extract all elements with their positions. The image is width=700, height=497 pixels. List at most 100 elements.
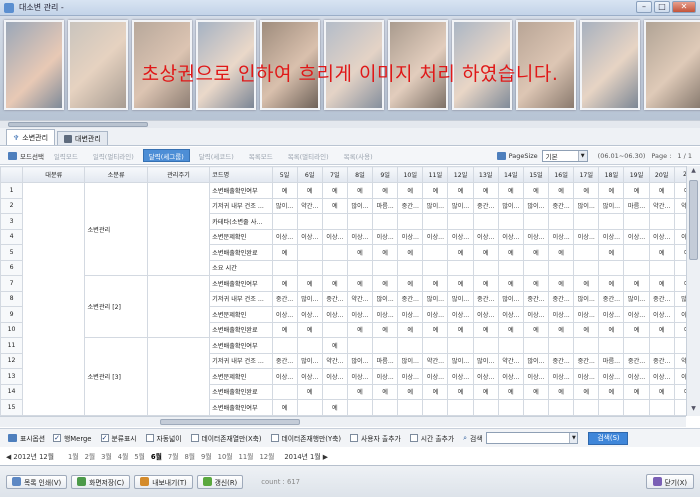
scroll-down-icon[interactable]: ▼ [687,405,700,415]
data-cell[interactable]: 이상... [472,368,499,385]
data-cell[interactable]: 이상... [522,306,550,323]
data-cell[interactable]: 예 [673,182,686,199]
data-cell[interactable]: 이상... [296,306,323,323]
data-cell[interactable]: 예 [321,197,348,214]
data-cell[interactable] [598,399,625,416]
option-checkbox[interactable]: ✓ 분류표시 [100,433,137,443]
data-cell[interactable]: 약간 [673,197,686,214]
column-header[interactable]: 14일 [497,166,524,183]
data-cell[interactable]: 많이... [271,197,298,214]
data-cell[interactable] [497,259,524,276]
data-cell[interactable]: 예 [673,321,686,338]
data-cell[interactable] [346,399,374,416]
data-cell[interactable] [372,259,399,276]
data-cell[interactable]: 예 [648,321,675,338]
data-cell[interactable]: 예 [397,182,424,199]
month-link[interactable]: 1월 [68,451,79,461]
column-header[interactable]: 18일 [598,166,625,183]
data-cell[interactable]: 이상... [623,228,650,245]
mode-button[interactable]: 목록(사용) [338,149,379,162]
data-cell[interactable]: 이상... [548,306,575,323]
data-cell[interactable]: 예 [522,383,550,400]
data-cell[interactable] [573,399,600,416]
column-header[interactable]: 19일 [623,166,650,183]
data-cell[interactable]: 이상... [623,368,650,385]
close-button[interactable]: 닫기(X) [645,474,694,489]
export-button[interactable]: 내보내기(T) [134,474,193,489]
data-cell[interactable] [623,213,650,230]
data-cell[interactable]: 예 [321,275,348,292]
data-cell[interactable] [271,383,298,400]
data-cell[interactable]: 예 [497,321,524,338]
data-cell[interactable] [321,321,348,338]
data-cell[interactable] [573,244,600,261]
data-cell[interactable]: 예 [497,182,524,199]
data-cell[interactable]: 이상... [447,306,474,323]
scroll-up-icon[interactable]: ▲ [687,167,700,177]
data-cell[interactable]: 중간... [472,197,499,214]
month-link[interactable]: 12월 [259,451,274,461]
data-cell[interactable]: 중간... [472,290,499,307]
data-cell[interactable]: 예 [346,275,374,292]
data-cell[interactable]: 예 [447,182,474,199]
data-cell[interactable] [447,213,474,230]
data-cell[interactable]: 예 [598,383,625,400]
data-cell[interactable]: 예 [548,182,575,199]
data-cell[interactable]: 약간... [346,290,374,307]
data-cell[interactable] [548,399,575,416]
data-cell[interactable]: 중간... [522,290,550,307]
data-cell[interactable]: 이상... [648,228,675,245]
data-cell[interactable]: 예 [346,383,374,400]
data-cell[interactable]: 예 [321,182,348,199]
data-cell[interactable] [397,259,424,276]
option-checkbox[interactable]: ✓ 행Merge [53,433,92,443]
data-cell[interactable]: 많이... [296,290,323,307]
column-header[interactable]: 소분류 [84,166,148,183]
column-header[interactable]: 11일 [422,166,449,183]
data-cell[interactable] [522,259,550,276]
data-cell[interactable]: 예 [623,321,650,338]
data-cell[interactable]: 약간... [321,352,348,369]
data-cell[interactable] [573,259,600,276]
data-cell[interactable] [673,399,686,416]
data-cell[interactable] [497,337,524,354]
data-cell[interactable] [346,259,374,276]
data-cell[interactable]: 많이... [447,290,474,307]
data-cell[interactable]: 많이... [447,197,474,214]
column-header[interactable]: 코드명 [209,166,273,183]
data-cell[interactable]: 많이... [447,352,474,369]
data-cell[interactable]: 예 [573,182,600,199]
data-cell[interactable]: 많이... [346,197,374,214]
checkbox[interactable] [350,434,359,442]
data-cell[interactable]: 예 [346,321,374,338]
data-cell[interactable]: 예 [447,321,474,338]
data-cell[interactable]: 예 [472,321,499,338]
data-cell[interactable] [271,259,298,276]
data-cell[interactable] [472,337,499,354]
data-cell[interactable]: 이상... [472,228,499,245]
option-checkbox[interactable]: 사용자 출추가 [350,433,401,443]
data-cell[interactable]: 이상... [397,368,424,385]
data-cell[interactable]: 이상... [447,368,474,385]
data-cell[interactable]: 이상... [397,306,424,323]
data-cell[interactable]: 중간... [271,352,298,369]
checkbox[interactable] [270,434,279,442]
data-cell[interactable] [296,399,323,416]
data-cell[interactable] [598,259,625,276]
column-header[interactable]: 대분류 [22,166,86,183]
data-cell[interactable]: 예 [271,182,298,199]
print-list-button[interactable]: 목록 인쇄(V) [6,474,68,489]
data-cell[interactable]: 중간... [548,197,575,214]
data-cell[interactable] [321,383,348,400]
data-cell[interactable] [472,399,499,416]
data-cell[interactable] [447,399,474,416]
data-cell[interactable]: 약간... [648,197,675,214]
data-cell[interactable]: 이상... [321,306,348,323]
data-cell[interactable]: 마름... [372,197,399,214]
data-cell[interactable]: 예 [372,182,399,199]
data-cell[interactable]: 예 [296,182,323,199]
data-cell[interactable]: 예 [598,321,625,338]
data-cell[interactable]: 약간... [422,352,449,369]
data-cell[interactable]: 예 [447,383,474,400]
save-screen-button[interactable]: 화면저장(C) [71,474,131,489]
